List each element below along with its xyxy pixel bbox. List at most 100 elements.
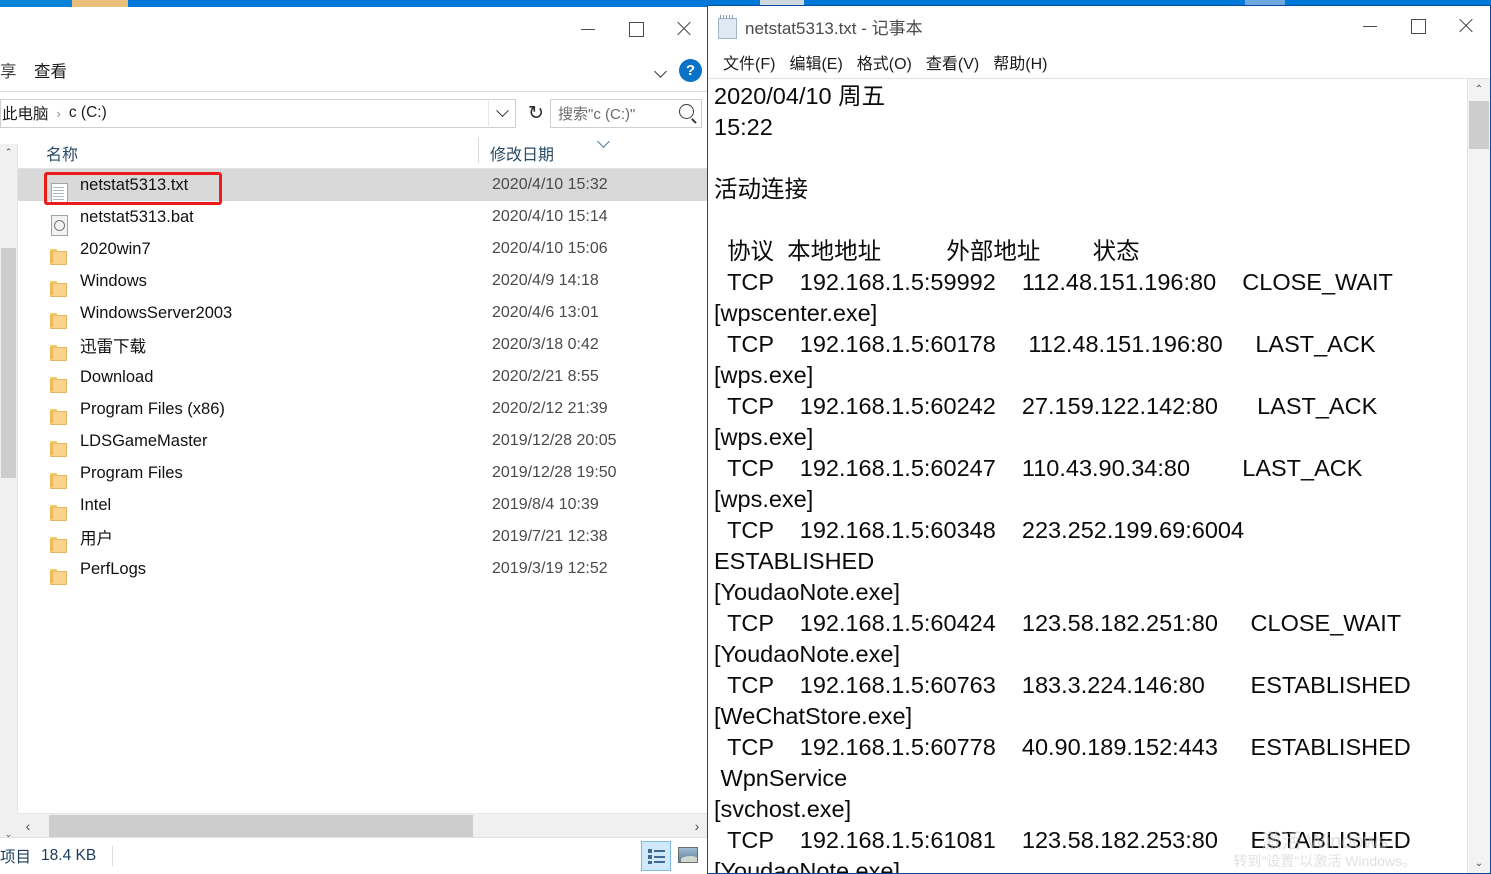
- table-row[interactable]: PerfLogs 2019/3/19 12:52: [0, 553, 708, 585]
- nav-pane-scrollbar[interactable]: ⌃ ⌄: [0, 144, 18, 843]
- maximize-button[interactable]: [612, 7, 660, 51]
- notepad-close-button[interactable]: [1442, 6, 1490, 46]
- file-name[interactable]: Program Files (x86): [80, 400, 225, 419]
- column-header-name[interactable]: 名称: [46, 141, 78, 165]
- horizontal-scrollbar[interactable]: ‹ ›: [17, 813, 708, 838]
- notepad-maximize-button[interactable]: [1394, 6, 1442, 46]
- notepad-icon: [718, 15, 737, 39]
- table-row[interactable]: 迅雷下载 2020/3/18 0:42: [0, 329, 708, 361]
- explorer-title-bar[interactable]: [0, 7, 708, 51]
- file-name[interactable]: 2020win7: [80, 240, 151, 259]
- explorer-column-header: 名称 修改日期: [0, 132, 708, 169]
- file-name[interactable]: 用户: [80, 525, 113, 549]
- table-row[interactable]: Program Files 2019/12/28 19:50: [0, 457, 708, 489]
- folder-icon: [50, 471, 69, 490]
- table-row[interactable]: Intel 2019/8/4 10:39: [0, 489, 708, 521]
- hscroll-thumb[interactable]: [49, 815, 473, 837]
- folder-icon: [50, 343, 69, 362]
- hscroll-right-icon[interactable]: ›: [686, 814, 708, 838]
- notepad-vertical-scrollbar[interactable]: ⌃ ⌄: [1467, 79, 1490, 873]
- table-row[interactable]: Program Files (x86) 2020/2/12 21:39: [0, 393, 708, 425]
- breadcrumb[interactable]: 此电脑 › c (C:): [0, 98, 516, 128]
- notepad-menu-0[interactable]: 文件(F): [716, 50, 782, 74]
- file-date-modified: 2019/12/28 20:05: [492, 432, 617, 449]
- file-date-modified: 2020/4/6 13:01: [492, 304, 599, 321]
- search-placeholder: 搜索"c (C:)": [558, 105, 636, 123]
- search-icon[interactable]: [679, 103, 694, 119]
- table-row[interactable]: netstat5313.bat 2020/4/10 15:14: [0, 201, 708, 236]
- minimize-icon: [1363, 25, 1377, 27]
- hscroll-left-icon[interactable]: ‹: [17, 814, 39, 838]
- file-name[interactable]: Intel: [80, 496, 111, 515]
- file-date-modified: 2020/3/18 0:42: [492, 336, 599, 353]
- notepad-menu-4[interactable]: 帮助(H): [986, 50, 1054, 74]
- notepad-text-area-container[interactable]: 2020/04/10 周五 15:22 活动连接 协议 本地地址 外部地址 状态…: [708, 79, 1490, 873]
- file-name[interactable]: netstat5313.txt: [80, 176, 188, 195]
- notepad-icon-page: [718, 18, 737, 39]
- details-view-icon: [647, 848, 665, 864]
- file-list[interactable]: netstat5313.txt 2020/4/10 15:32 netstat531…: [0, 169, 708, 787]
- refresh-button[interactable]: ↻: [522, 100, 550, 127]
- notepad-minimize-button[interactable]: [1346, 6, 1394, 46]
- table-row[interactable]: Download 2020/2/21 8:55: [0, 361, 708, 393]
- close-icon: [1458, 18, 1474, 34]
- status-divider: [112, 846, 114, 866]
- notepad-title-bar[interactable]: netstat5313.txt - 记事本: [708, 6, 1490, 46]
- file-date-modified: 2020/4/9 14:18: [492, 272, 599, 289]
- ribbon-right-controls: ?: [654, 59, 702, 82]
- file-name[interactable]: 迅雷下载: [80, 333, 146, 357]
- file-date-modified: 2020/4/10 15:14: [492, 208, 608, 225]
- large-icons-view-button[interactable]: [674, 841, 702, 869]
- search-input[interactable]: 搜索"c (C:)": [550, 98, 702, 128]
- file-name[interactable]: LDSGameMaster: [80, 432, 207, 451]
- breadcrumb-drive-c[interactable]: c (C:): [68, 104, 108, 122]
- folder-icon: [50, 439, 69, 458]
- file-name[interactable]: Download: [80, 368, 153, 387]
- file-name[interactable]: Program Files: [80, 464, 183, 483]
- sort-descending-icon: [596, 136, 612, 148]
- nav-scroll-up-icon[interactable]: ⌃: [0, 144, 17, 161]
- file-date-modified: 2020/2/21 8:55: [492, 368, 599, 385]
- table-row[interactable]: WindowsServer2003 2020/4/6 13:01: [0, 297, 708, 329]
- close-button[interactable]: [660, 7, 708, 51]
- notepad-menu-2[interactable]: 格式(O): [850, 50, 919, 74]
- folder-icon: [50, 567, 69, 586]
- notepad-scroll-down-icon[interactable]: ⌄: [1468, 853, 1490, 873]
- tab-share[interactable]: 享: [0, 58, 22, 91]
- notepad-text-content[interactable]: 2020/04/10 周五 15:22 活动连接 协议 本地地址 外部地址 状态…: [714, 81, 1464, 873]
- explorer-status-bar: 项目 18.4 KB: [0, 837, 708, 874]
- file-name[interactable]: netstat5313.bat: [80, 208, 194, 227]
- maximize-icon: [1410, 18, 1426, 34]
- column-divider: [478, 137, 479, 163]
- help-icon[interactable]: ?: [679, 59, 702, 82]
- file-date-modified: 2019/8/4 10:39: [492, 496, 599, 513]
- table-row[interactable]: 2020win7 2020/4/10 15:06: [0, 233, 708, 265]
- table-row[interactable]: 用户 2019/7/21 12:38: [0, 521, 708, 553]
- file-date-modified: 2020/4/10 15:06: [492, 240, 608, 257]
- notepad-caption-buttons: [1346, 6, 1490, 46]
- column-header-date-modified[interactable]: 修改日期: [490, 141, 554, 165]
- table-row[interactable]: LDSGameMaster 2019/12/28 20:05: [0, 425, 708, 457]
- chevron-down-icon[interactable]: [654, 63, 669, 78]
- close-icon: [676, 21, 692, 37]
- file-name[interactable]: PerfLogs: [80, 560, 146, 579]
- notepad-scroll-up-icon[interactable]: ⌃: [1468, 79, 1490, 99]
- notepad-scroll-thumb[interactable]: [1469, 101, 1489, 149]
- nav-scroll-thumb[interactable]: [1, 248, 16, 478]
- breadcrumb-this-pc[interactable]: 此电脑: [1, 102, 50, 124]
- folder-icon: [50, 503, 69, 522]
- file-name[interactable]: WindowsServer2003: [80, 304, 232, 323]
- table-row[interactable]: Windows 2020/4/9 14:18: [0, 265, 708, 297]
- notepad-menu-3[interactable]: 查看(V): [919, 50, 986, 74]
- file-name[interactable]: Windows: [80, 272, 147, 291]
- explorer-caption-buttons: [564, 7, 708, 51]
- details-view-button[interactable]: [641, 841, 671, 871]
- minimize-button[interactable]: [564, 7, 612, 51]
- folder-icon: [50, 375, 69, 394]
- table-row[interactable]: netstat5313.txt 2020/4/10 15:32: [0, 169, 708, 204]
- tab-view[interactable]: 查看: [22, 58, 79, 91]
- address-dropdown-icon[interactable]: [488, 100, 515, 126]
- notepad-menu-1[interactable]: 编辑(E): [782, 50, 849, 74]
- file-date-modified: 2019/12/28 19:50: [492, 464, 617, 481]
- notepad-menu-bar: 文件(F) 编辑(E) 格式(O) 查看(V) 帮助(H): [708, 46, 1490, 79]
